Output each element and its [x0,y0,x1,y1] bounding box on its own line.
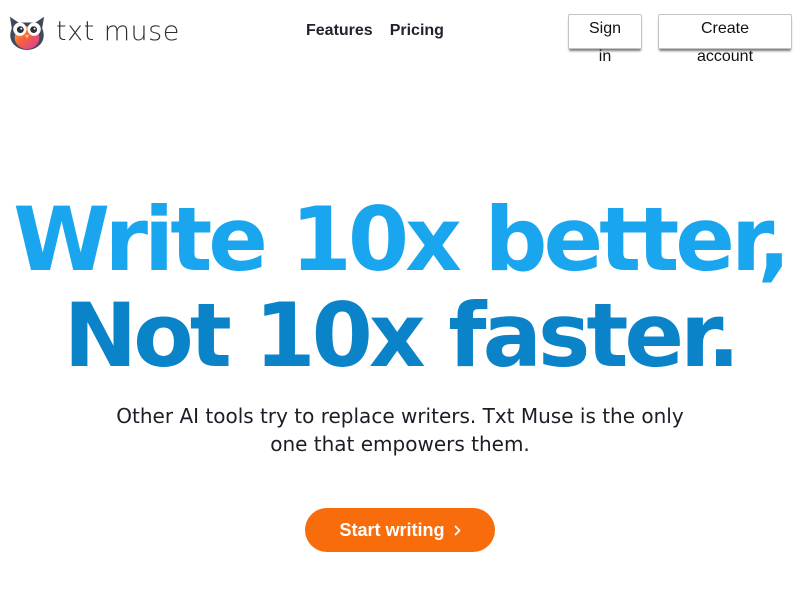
start-writing-button[interactable]: Start writing [305,508,495,552]
create-account-button[interactable]: Create account [658,14,792,65]
start-writing-label: Start writing [339,519,445,540]
nav-link-features[interactable]: Features [306,21,373,41]
sign-in-button[interactable]: Sign in [568,14,642,65]
hero-headline-line-2: Not 10x faster. [63,284,741,387]
nav-link-pricing[interactable]: Pricing [390,21,444,41]
chevron-right-icon [454,525,460,535]
hero-headline-line-1: Write 10x better, [13,188,791,291]
brand-name: txt muse [56,16,180,47]
hero-subtitle: Other AI tools try to replace writers. T… [116,404,684,456]
owl-icon [9,16,45,51]
hero-headline: Write 10x better, Not 10x faster. [0,192,800,384]
main-nav: Features Pricing [306,21,444,41]
site-header: txt muse Features Pricing Sign in Create… [0,0,800,65]
brand-logo-link[interactable]: txt muse [8,13,180,51]
